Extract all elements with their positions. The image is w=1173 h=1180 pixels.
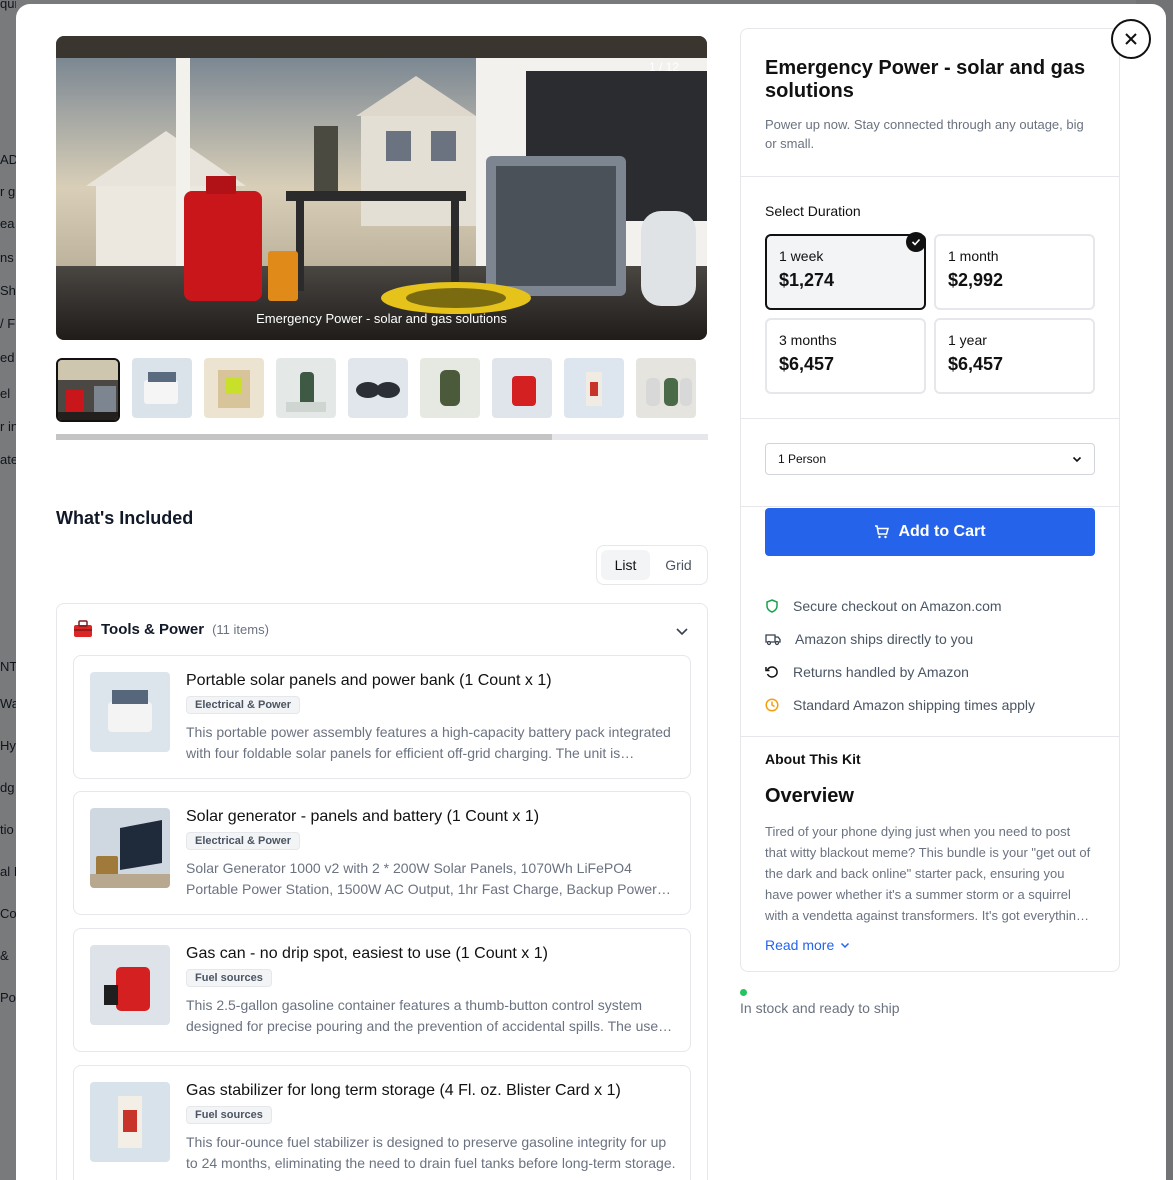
divider — [741, 418, 1119, 419]
item-title: Gas stabilizer for long term storage (4 … — [186, 1082, 621, 1099]
thumbnail-3[interactable] — [204, 358, 264, 418]
option-label: 1 year — [948, 332, 987, 348]
check-icon — [906, 232, 926, 252]
kit-modal: 1 / 12 Emergency Power - solar and gas s… — [16, 4, 1166, 1180]
duration-option-3-months[interactable]: 3 months $6,457 — [765, 318, 926, 394]
feature-item: Standard Amazon shipping times apply — [765, 688, 1035, 721]
image-caption: Emergency Power - solar and gas solution… — [256, 311, 507, 326]
thumbnail-scrollbar[interactable] — [56, 434, 708, 440]
add-to-cart-label: Add to Cart — [898, 523, 986, 540]
item-image — [90, 1082, 170, 1162]
list-item[interactable]: Solar generator - panels and battery (1 … — [73, 791, 691, 915]
kit-subtitle: Power up now. Stay connected through any… — [765, 117, 1084, 151]
clock-icon — [765, 697, 779, 712]
feature-item: Returns handled by Amazon — [765, 655, 1035, 688]
thumbnail-4[interactable] — [276, 358, 336, 418]
item-tag: Fuel sources — [186, 1106, 272, 1124]
stock-status-dot — [740, 989, 747, 996]
feature-text: Amazon ships directly to you — [795, 630, 974, 647]
chevron-down-icon — [841, 942, 850, 949]
thumbnail-7[interactable] — [492, 358, 552, 418]
feature-item: Amazon ships directly to you — [765, 622, 1035, 655]
thumbnail-9[interactable] — [636, 358, 696, 418]
whats-included-title: What's Included — [56, 508, 194, 528]
hero-image[interactable]: 1 / 12 Emergency Power - solar and gas s… — [56, 36, 707, 340]
person-select-value: 1 Person — [778, 452, 827, 466]
item-image — [90, 672, 170, 752]
item-image — [90, 808, 170, 888]
about-text: Tired of your phone dying just when you … — [765, 824, 1091, 923]
thumbnail-8[interactable] — [564, 358, 624, 418]
feature-list: Secure checkout on Amazon.com Amazon shi… — [765, 589, 1035, 721]
scrollbar-thumb[interactable] — [56, 434, 552, 440]
duration-option-1-month[interactable]: 1 month $2,992 — [934, 234, 1095, 310]
item-description: This portable power assembly features a … — [186, 724, 671, 761]
hero-illustration — [56, 36, 707, 340]
purchase-panel: Emergency Power - solar and gas solution… — [740, 28, 1120, 972]
option-price: $2,992 — [948, 270, 1004, 290]
chevron-down-icon — [1072, 456, 1082, 463]
divider — [741, 176, 1119, 177]
option-price: $1,274 — [779, 270, 835, 290]
shield-icon — [766, 598, 778, 613]
item-description: Solar Generator 1000 v2 with 2 * 200W So… — [186, 860, 657, 897]
person-count-select[interactable]: 1 Person — [765, 443, 1095, 475]
feature-text: Standard Amazon shipping times apply — [793, 696, 1036, 713]
list-item[interactable]: Gas can - no drip spot, easiest to use (… — [73, 928, 691, 1052]
toolbox-icon — [74, 620, 92, 637]
item-tag: Fuel sources — [186, 969, 272, 987]
item-description: This 2.5-gallon gasoline container featu… — [186, 997, 668, 1034]
category-count: (11 items) — [212, 621, 269, 637]
close-icon — [1125, 33, 1137, 45]
option-label: 1 month — [948, 248, 999, 264]
duration-option-1-year[interactable]: 1 year $6,457 — [934, 318, 1095, 394]
item-image — [90, 945, 170, 1025]
truck-icon — [765, 633, 781, 645]
item-tag: Electrical & Power — [186, 832, 300, 850]
item-description: This four-ounce fuel stabilizer is desig… — [186, 1134, 676, 1171]
cart-icon — [875, 525, 890, 539]
divider — [741, 736, 1119, 737]
divider — [741, 506, 1119, 507]
add-to-cart-button[interactable]: Add to Cart — [765, 508, 1095, 556]
read-more-label: Read more — [765, 937, 835, 953]
item-tag: Electrical & Power — [186, 696, 300, 714]
list-item[interactable]: Gas stabilizer for long term storage (4 … — [73, 1065, 691, 1180]
chevron-down-icon[interactable] — [675, 624, 689, 638]
feature-text: Returns handled by Amazon — [793, 663, 969, 680]
thumbnail-strip[interactable] — [56, 358, 707, 424]
thumbnail-6[interactable] — [420, 358, 480, 418]
thumbnail-1[interactable] — [56, 358, 120, 422]
category-name: Tools & Power — [101, 620, 205, 638]
option-label: 3 months — [779, 332, 837, 348]
about-kit-label: About This Kit — [765, 751, 861, 767]
feature-item: Secure checkout on Amazon.com — [765, 589, 1035, 622]
grid-view-button[interactable]: Grid — [654, 550, 703, 580]
image-counter: 1 / 12 — [648, 60, 679, 74]
list-view-button[interactable]: List — [601, 550, 650, 580]
item-title: Portable solar panels and power bank (1 … — [186, 672, 552, 689]
close-button[interactable] — [1111, 19, 1151, 59]
kit-title: Emergency Power - solar and gas solution… — [765, 57, 1086, 102]
overview-heading: Overview — [765, 785, 854, 807]
category-card: Tools & Power (11 items) Portable solar … — [56, 603, 708, 1180]
thumbnail-2[interactable] — [132, 358, 192, 418]
option-price: $6,457 — [948, 354, 1004, 374]
option-label: 1 week — [779, 248, 824, 264]
thumbnail-5[interactable] — [348, 358, 408, 418]
duration-option-1-week[interactable]: 1 week $1,274 — [765, 232, 926, 310]
feature-text: Secure checkout on Amazon.com — [793, 597, 1002, 614]
select-duration-label: Select Duration — [765, 203, 861, 219]
return-icon — [765, 665, 778, 678]
view-toggle: List Grid — [596, 545, 708, 585]
read-more-link[interactable]: Read more — [765, 937, 850, 953]
option-price: $6,457 — [779, 354, 835, 374]
stock-status: In stock and ready to ship — [740, 1000, 900, 1016]
item-title: Gas can - no drip spot, easiest to use (… — [186, 945, 548, 962]
list-item[interactable]: Portable solar panels and power bank (1 … — [73, 655, 691, 779]
category-header[interactable]: Tools & Power (11 items) — [73, 620, 269, 638]
item-title: Solar generator - panels and battery (1 … — [186, 808, 540, 825]
